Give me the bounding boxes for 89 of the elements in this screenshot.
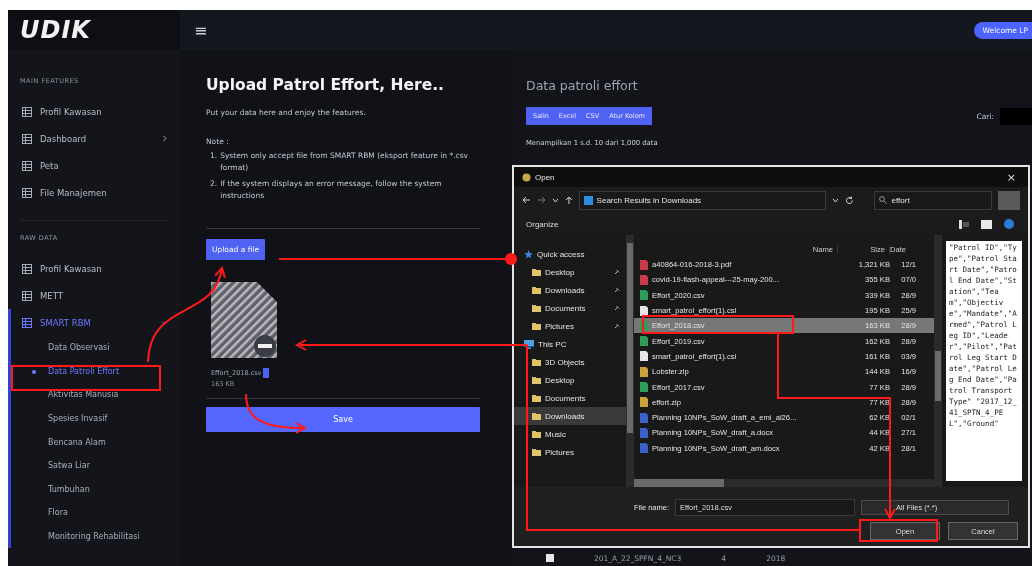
pdf-file-icon (640, 259, 648, 270)
address-text: Search Results in Downloads (596, 195, 702, 205)
search-field[interactable]: effort (873, 190, 993, 210)
nav-item[interactable]: Documents (514, 299, 626, 317)
bullet-icon (32, 369, 36, 374)
search-go-button[interactable] (998, 190, 1020, 210)
folder-icon (532, 448, 541, 456)
submenu-item[interactable]: Data Patroli Effort (8, 359, 180, 384)
search-text: effort (891, 195, 910, 205)
nav-item[interactable]: Pictures (514, 443, 626, 461)
dialog-title: Open (535, 172, 555, 182)
menu-button[interactable]: ≡ (194, 20, 208, 40)
spreadsheet-file-icon (640, 290, 648, 301)
document-file-icon (640, 412, 648, 423)
annotation-arrow (245, 393, 308, 434)
back-arrow-icon[interactable] (522, 196, 531, 204)
submenu-item[interactable]: Bencana Alam (8, 430, 180, 454)
sidebar-item[interactable]: Dashboard (8, 125, 180, 152)
table-icon (22, 317, 32, 328)
document-file-icon (640, 427, 648, 438)
table-icon (22, 106, 32, 117)
star-icon (524, 249, 533, 259)
submenu-item[interactable]: Spesies Invasif (8, 406, 180, 431)
table-icon (22, 160, 32, 171)
folder-icon (532, 394, 541, 402)
spreadsheet-file-icon (640, 382, 648, 392)
folder-icon (532, 430, 541, 438)
nav-item[interactable]: Quick access (514, 245, 626, 263)
save-button[interactable]: Save (206, 407, 480, 432)
view-options-icon[interactable] (959, 219, 969, 229)
table-icon (22, 263, 32, 274)
archive-file-icon (640, 366, 648, 377)
preview-pane-icon[interactable] (981, 219, 992, 229)
help-icon[interactable] (1004, 219, 1014, 229)
folder-icon (532, 304, 541, 312)
archive-file-icon (640, 397, 648, 408)
text-file-icon (640, 351, 648, 362)
address-bar[interactable]: Search Results in Downloads (578, 190, 826, 210)
table-icon (22, 133, 32, 144)
organize-button[interactable]: Organize (522, 217, 563, 231)
logo: UDIK (20, 18, 91, 42)
folder-icon (532, 376, 541, 384)
table-icon (22, 290, 32, 301)
search-icon (878, 196, 887, 204)
submenu-item[interactable]: Tumbuhan (8, 477, 180, 502)
sidebar-item[interactable]: METT (8, 282, 180, 309)
sidebar-item[interactable]: File Manajemen (8, 179, 180, 206)
submenu-item[interactable]: Monitoring Rehabilitasi (8, 524, 180, 549)
text-cursor-icon (263, 368, 270, 378)
app-icon (522, 172, 531, 182)
close-button[interactable]: × (1002, 170, 1020, 184)
folder-icon (532, 268, 541, 276)
text-file-icon (640, 305, 648, 316)
nav-item[interactable]: Desktop (514, 263, 626, 281)
sidebar-item[interactable]: Peta (8, 152, 180, 179)
up-arrow-icon[interactable] (564, 195, 573, 205)
nav-item[interactable]: Documents (514, 389, 626, 407)
refresh-icon[interactable] (844, 195, 854, 205)
forward-arrow-icon[interactable] (536, 196, 546, 204)
page-title: Upload Patrol Effort, Here.. (206, 76, 445, 94)
panel-title: Data patroli effort (526, 78, 639, 93)
submenu-item[interactable]: Flora (8, 501, 180, 525)
nav-item[interactable]: 3D Objects (514, 353, 626, 371)
nav-item[interactable]: Downloads (514, 281, 626, 299)
submenu-item[interactable]: Data Observasi (8, 336, 180, 360)
document-file-icon (640, 443, 648, 454)
pdf-file-icon (640, 274, 648, 285)
nav-item[interactable]: Music (514, 425, 626, 443)
sidebar-item[interactable]: Profil Kawasan (8, 255, 180, 282)
spreadsheet-file-icon (640, 336, 648, 347)
nav-item[interactable]: Downloads (514, 407, 626, 425)
sidebar-item[interactable]: SMART RBM (8, 309, 180, 336)
chevron-icon[interactable] (551, 197, 559, 203)
folder-icon (532, 358, 541, 366)
nav-item[interactable]: Pictures (514, 317, 626, 335)
table-icon (22, 187, 32, 198)
folder-icon (532, 412, 541, 420)
nav-item[interactable]: This PC (514, 335, 626, 353)
row-checkbox[interactable] (546, 554, 554, 562)
folder-icon (532, 322, 541, 330)
search-field[interactable] (1000, 107, 1032, 125)
monitor-icon (524, 339, 534, 349)
spreadsheet-file-icon (640, 320, 648, 331)
search-folder-icon (583, 195, 593, 205)
submenu-item[interactable]: Satwa Liar (8, 453, 180, 478)
sidebar-item[interactable]: Profil Kawasan (8, 98, 180, 125)
nav-item[interactable]: Desktop (514, 371, 626, 389)
folder-icon (532, 286, 541, 294)
chevron-icon[interactable] (831, 197, 839, 203)
